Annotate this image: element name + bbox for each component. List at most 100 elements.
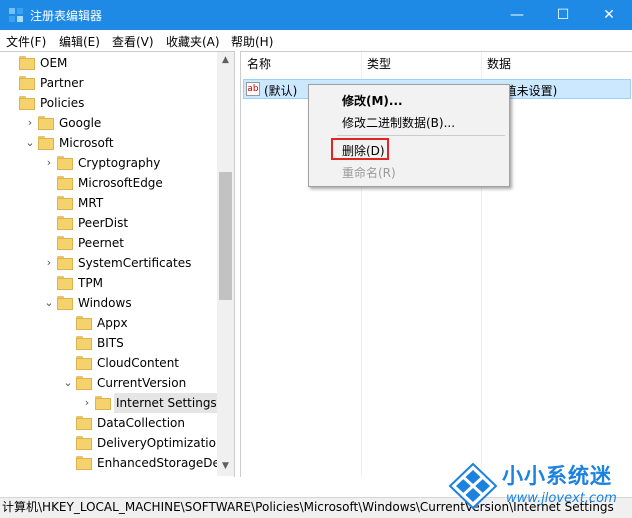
context-menu-modify[interactable]: 修改(M)...	[342, 92, 403, 109]
tree-item[interactable]: DataCollection	[0, 413, 217, 433]
tree-item-label: Google	[59, 116, 102, 130]
title-bar: 注册表编辑器 — ☐ ✕	[0, 0, 632, 30]
minimize-button[interactable]: —	[494, 0, 540, 30]
folder-icon	[76, 356, 92, 370]
tree-item-label: Partner	[40, 76, 84, 90]
tree-item[interactable]: TPM	[0, 273, 217, 293]
folder-icon	[95, 396, 111, 410]
scroll-down-icon[interactable]: ▼	[217, 458, 234, 474]
column-header-name[interactable]: 名称	[247, 52, 271, 76]
collapse-arrow-icon[interactable]: ⌄	[62, 373, 74, 393]
tree-item-label: Windows	[78, 296, 132, 310]
registry-tree[interactable]: OEM Partner Policies › Google ⌄ Microsoft › Cryp…	[0, 51, 235, 477]
folder-icon	[76, 436, 92, 450]
tree-item[interactable]: Peernet	[0, 233, 217, 253]
tree-item-label: Policies	[40, 96, 85, 110]
tree-item[interactable]: ⌄ CurrentVersion	[0, 373, 217, 393]
folder-icon	[76, 376, 92, 390]
tree-item[interactable]: DeliveryOptimization	[0, 433, 224, 453]
tree-item[interactable]: EnhancedStorageDevic	[0, 453, 234, 473]
folder-icon	[38, 136, 54, 150]
tree-item-label: PeerDist	[78, 216, 129, 230]
folder-icon	[19, 56, 35, 70]
menu-bar: 文件(F) 编辑(E) 查看(V) 收藏夹(A) 帮助(H)	[0, 30, 632, 50]
folder-icon	[57, 256, 73, 270]
expand-arrow-icon[interactable]: ›	[43, 253, 55, 273]
context-menu-modify-binary[interactable]: 修改二进制数据(B)...	[342, 114, 455, 131]
tree-item[interactable]: › Cryptography	[0, 153, 217, 173]
scroll-up-icon[interactable]: ▲	[217, 52, 234, 68]
folder-icon	[76, 416, 92, 430]
folder-icon	[19, 96, 35, 110]
tree-item[interactable]: ⌄ Microsoft	[0, 133, 217, 153]
tree-item-label: MicrosoftEdge	[78, 176, 163, 190]
tree-item[interactable]: CloudContent	[0, 353, 217, 373]
folder-icon	[57, 216, 73, 230]
folder-icon	[19, 76, 35, 90]
tree-item-label: TPM	[78, 276, 103, 290]
tree-item[interactable]: MRT	[0, 193, 217, 213]
tree-item-label: Peernet	[78, 236, 124, 250]
tree-item-label: OEM	[40, 56, 68, 70]
folder-icon	[76, 456, 92, 470]
scrollbar-thumb[interactable]	[219, 172, 232, 300]
collapse-arrow-icon[interactable]: ⌄	[43, 293, 55, 313]
tree-item[interactable]: › Internet Settings	[0, 393, 219, 413]
maximize-button[interactable]: ☐	[540, 0, 586, 30]
tree-scrollbar[interactable]: ▲ ▼	[217, 52, 234, 476]
tree-item-label: SystemCertificates	[78, 256, 192, 270]
tree-item-label: CloudContent	[97, 356, 180, 370]
context-menu: 修改(M)... 修改二进制数据(B)... 删除(D) 重命名(R)	[308, 84, 510, 187]
tree-item[interactable]: BITS	[0, 333, 217, 353]
expand-arrow-icon[interactable]: ›	[81, 393, 93, 413]
registry-editor-icon	[9, 8, 23, 22]
folder-icon	[57, 276, 73, 290]
menu-favorites[interactable]: 收藏夹(A)	[166, 33, 220, 50]
window-title: 注册表编辑器	[30, 9, 103, 23]
folder-icon	[57, 156, 73, 170]
folder-icon	[57, 176, 73, 190]
folder-icon	[57, 296, 73, 310]
tree-item-label: DataCollection	[97, 416, 186, 430]
value-name: (默认)	[264, 84, 298, 98]
menu-view[interactable]: 查看(V)	[112, 33, 154, 50]
watermark-brand: 小小系统迷	[502, 464, 612, 488]
tree-item[interactable]: Policies	[0, 93, 217, 113]
string-value-icon: ab	[246, 82, 260, 96]
tree-item[interactable]: OEM	[0, 53, 217, 73]
folder-icon	[76, 336, 92, 350]
tree-item-label: BITS	[97, 336, 124, 350]
tree-item-label: MRT	[78, 196, 104, 210]
collapse-arrow-icon[interactable]: ⌄	[24, 133, 36, 153]
folder-icon	[57, 236, 73, 250]
tree-item[interactable]: › SystemCertificates	[0, 253, 217, 273]
tree-item[interactable]: Partner	[0, 73, 217, 93]
context-menu-delete[interactable]: 删除(D)	[342, 142, 385, 159]
folder-icon	[57, 196, 73, 210]
tree-item-label: Internet Settings	[114, 393, 219, 413]
tree-item[interactable]: Appx	[0, 313, 217, 333]
column-header-type[interactable]: 类型	[367, 52, 391, 76]
tree-item-label: Microsoft	[59, 136, 114, 150]
context-menu-rename: 重命名(R)	[342, 166, 396, 180]
watermark-url: www.jlovext.com	[506, 491, 617, 506]
folder-icon	[76, 316, 92, 330]
tree-item-label: CurrentVersion	[97, 376, 187, 390]
tree-item-label: Appx	[97, 316, 128, 330]
expand-arrow-icon[interactable]: ›	[24, 113, 36, 133]
tree-item[interactable]: PeerDist	[0, 213, 217, 233]
column-header-data[interactable]: 数据	[487, 52, 511, 76]
tree-item[interactable]: › Google	[0, 113, 217, 133]
menu-help[interactable]: 帮助(H)	[231, 33, 273, 50]
tree-item-label: DeliveryOptimization	[97, 436, 224, 450]
tree-item[interactable]: MicrosoftEdge	[0, 173, 217, 193]
close-button[interactable]: ✕	[586, 0, 632, 30]
menu-file[interactable]: 文件(F)	[6, 33, 46, 50]
watermark: 小小系统迷 www.jlovext.com	[444, 458, 630, 514]
menu-separator	[337, 135, 505, 136]
menu-edit[interactable]: 编辑(E)	[59, 33, 100, 50]
watermark-logo-icon	[448, 462, 498, 510]
expand-arrow-icon[interactable]: ›	[43, 153, 55, 173]
tree-item-label: Cryptography	[78, 156, 161, 170]
tree-item[interactable]: ⌄ Windows	[0, 293, 217, 313]
